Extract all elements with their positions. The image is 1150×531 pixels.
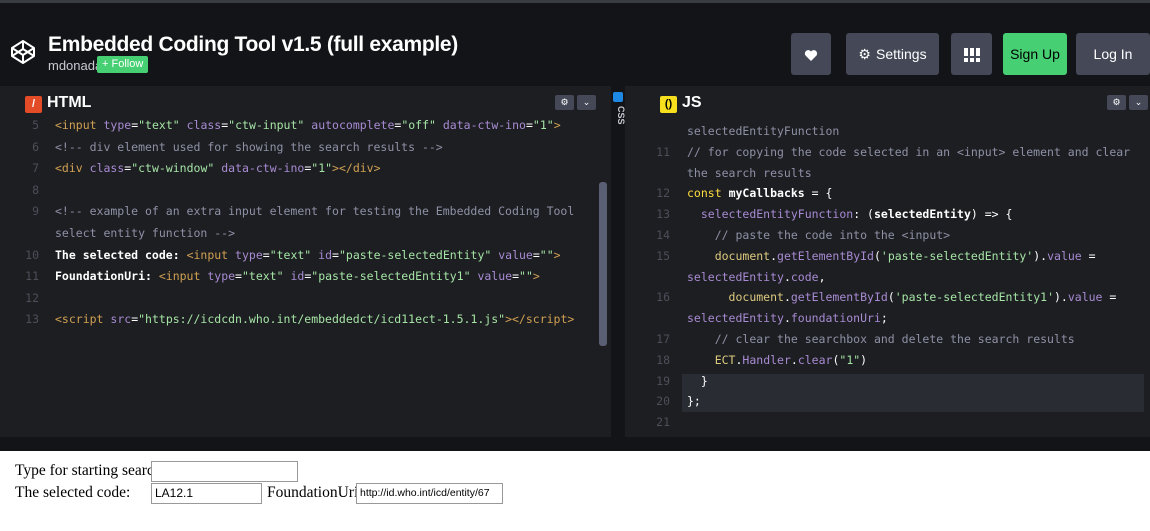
html-panel-title: HTML — [47, 94, 92, 111]
foundation-uri-label: FoundationUri: — [267, 484, 363, 501]
pen-title[interactable]: Embedded Coding Tool v1.5 (full example) — [48, 33, 458, 57]
css-collapsed-panel[interactable] — [611, 86, 625, 437]
foundation-uri-input[interactable]: http://id.who.int/icd/entity/67 — [356, 483, 503, 504]
code-line: // clear the searchbox and delete the se… — [714, 332, 1075, 346]
code-line: const myCallbacks = { — [687, 186, 833, 201]
code-line: selectedEntityFunction — [687, 124, 840, 138]
line-number: 15 — [656, 248, 670, 263]
code-line: // paste the code into the <input> — [714, 228, 951, 242]
line-number: 12 — [25, 290, 39, 305]
html-editor-scrollbar[interactable] — [599, 182, 607, 346]
code-line: ECT.Handler.clear("1") — [714, 352, 868, 367]
line-number: 7 — [32, 161, 39, 176]
signup-button[interactable]: Sign Up — [1003, 33, 1067, 75]
code-line: document.getElementById('paste-selectedE… — [714, 248, 1096, 263]
js-icon: () — [660, 96, 677, 113]
js-collapse-button[interactable]: ⌄ — [1129, 95, 1148, 110]
heart-icon — [804, 49, 818, 61]
html-editor-panel: / HTML ⚙ ⌄ 5 <input type="text" class="ct… — [17, 86, 611, 437]
line-number: 14 — [656, 228, 670, 242]
code-line: // for copying the code selected in an <… — [687, 144, 1131, 159]
line-number: 21 — [656, 415, 670, 430]
selected-code-label: The selected code: — [15, 484, 131, 501]
header-bar: Embedded Coding Tool v1.5 (full example)… — [0, 0, 1150, 86]
html-settings-button[interactable]: ⚙ — [555, 95, 574, 110]
code-line: document.getElementById('paste-selectedE… — [728, 290, 1117, 305]
js-panel-header: () JS ⚙ ⌄ — [652, 86, 1150, 116]
layout-button[interactable] — [951, 33, 992, 75]
editor-area: / HTML ⚙ ⌄ 5 <input type="text" class="ct… — [0, 86, 1150, 437]
heart-button[interactable] — [791, 33, 831, 75]
login-button[interactable]: Log In — [1076, 33, 1150, 75]
search-input[interactable] — [151, 461, 298, 482]
line-number: 10 — [25, 247, 39, 262]
output-divider[interactable] — [0, 437, 1150, 451]
line-number: 20 — [656, 394, 670, 409]
line-number: 11 — [25, 269, 39, 284]
js-settings-button[interactable]: ⚙ — [1107, 95, 1126, 110]
line-number: 18 — [656, 352, 670, 367]
search-label: Type for starting search: — [15, 462, 166, 479]
css-icon — [613, 92, 623, 102]
js-editor-panel: () JS ⚙ ⌄ selectedEntityFunction 11 // for… — [652, 86, 1150, 437]
code-line: }; — [687, 394, 701, 409]
code-line: <!-- div element used for showing the se… — [55, 139, 443, 154]
line-number: 16 — [656, 290, 670, 305]
code-line: selectedEntity.foundationUri; — [687, 311, 888, 326]
code-line: the search results — [687, 165, 812, 180]
line-number: 19 — [656, 373, 670, 388]
js-panel-title: JS — [682, 94, 702, 111]
follow-button[interactable]: + Follow — [97, 56, 149, 73]
html-panel-header: / HTML ⚙ ⌄ — [17, 86, 611, 116]
gear-icon: ⚙ — [858, 46, 871, 62]
line-number: 17 — [656, 332, 670, 346]
line-number: 8 — [32, 182, 39, 197]
code-line: selectedEntityFunction: (selectedEntity)… — [700, 207, 1013, 222]
layout-grid-icon — [963, 48, 980, 63]
line-number: 13 — [25, 312, 39, 327]
js-code-editor[interactable]: selectedEntityFunction 11 // for copying t… — [652, 116, 1150, 437]
line-number: 9 — [32, 204, 39, 219]
settings-button-label: Settings — [875, 46, 927, 62]
css-panel-title[interactable]: CSS — [610, 106, 626, 125]
selected-code-input[interactable]: LA12.1 — [151, 483, 262, 504]
code-line: selectedEntity.code, — [687, 269, 826, 284]
line-number: 11 — [656, 144, 670, 159]
code-line: <!-- example of an extra input element f… — [55, 204, 575, 219]
line-number: 13 — [656, 207, 670, 222]
settings-button[interactable]: ⚙ Settings — [846, 33, 939, 75]
code-line: select entity function --> — [55, 226, 236, 240]
code-line: } — [687, 373, 708, 388]
code-line: FoundationUri: <input type="text" id="pa… — [55, 269, 540, 284]
code-line: The selected code: <input type="text" id… — [55, 247, 561, 262]
code-line: <input type="text" class="ctw-input" aut… — [55, 118, 561, 132]
result-preview: Type for starting search: The selected c… — [0, 451, 1150, 531]
author-name[interactable]: mdonada — [48, 58, 102, 73]
line-number: 5 — [32, 118, 39, 132]
code-line: <script src="https://icdcdn.who.int/embe… — [55, 312, 575, 327]
codepen-logo-icon[interactable] — [10, 39, 36, 65]
line-number: 12 — [656, 186, 670, 201]
line-number: 6 — [32, 139, 39, 154]
code-line: <div class="ctw-window" data-ctw-ino="1"… — [55, 161, 381, 176]
html-collapse-button[interactable]: ⌄ — [577, 95, 596, 110]
html-code-editor[interactable]: 5 <input type="text" class="ctw-input" au… — [17, 116, 611, 437]
html-icon: / — [25, 96, 42, 113]
